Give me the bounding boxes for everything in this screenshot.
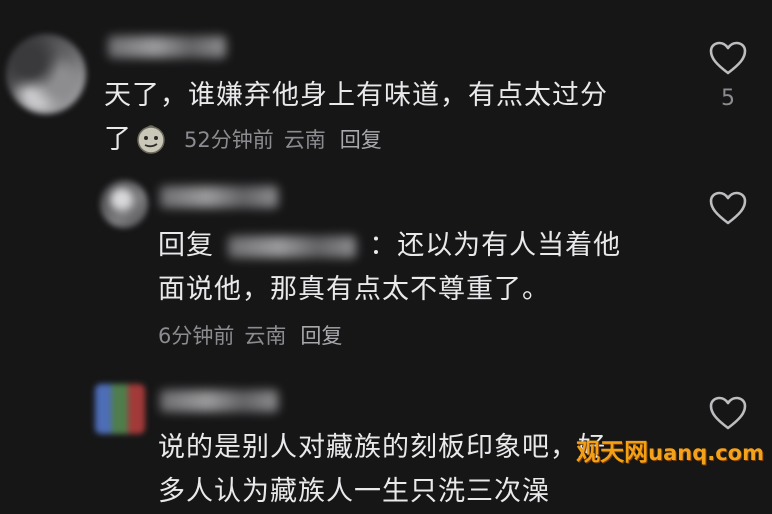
avatar[interactable] <box>6 34 86 114</box>
heart-icon[interactable] <box>708 190 748 226</box>
comment-line: 说的是别人对藏族的刻板印象吧，好 <box>158 432 606 463</box>
avatar[interactable] <box>95 384 145 434</box>
reply-prefix: 回复 <box>158 230 214 261</box>
comment-line: 天了，谁嫌弃他身上有味道，有点太过分 <box>104 80 608 111</box>
comment-line-tail: 了 <box>104 124 132 155</box>
comment-time: 52分钟前 <box>184 128 274 152</box>
mentioned-user-blurred[interactable] <box>227 235 356 258</box>
reply-button[interactable]: 回复 <box>340 124 382 154</box>
smirk-emoji-icon <box>137 125 165 154</box>
like-count: 5 <box>721 86 735 111</box>
reply-separator: ： <box>369 230 398 261</box>
comment-location: 云南 <box>283 128 326 152</box>
comment-time: 6分钟前 <box>158 324 235 348</box>
comment-meta: 52分钟前 云南 回复 <box>184 124 382 154</box>
avatar[interactable] <box>100 180 148 228</box>
comment-location: 云南 <box>244 324 287 348</box>
reply-button[interactable]: 回复 <box>300 320 342 350</box>
username-blurred[interactable] <box>108 36 226 58</box>
comment-text: 说的是别人对藏族的刻板印象吧，好 多人认为藏族人一生只洗三次澡 <box>158 426 606 514</box>
watermark-en: uanq.com <box>648 441 764 465</box>
username-blurred[interactable] <box>160 390 278 412</box>
comment-line-body: 还以为有人当着他 <box>397 230 622 261</box>
heart-icon[interactable] <box>708 395 748 431</box>
site-watermark: 观天网uanq.com <box>576 432 764 467</box>
comment-line: 回复 ：还以为有人当着他 <box>158 224 621 268</box>
heart-icon[interactable] <box>708 40 748 76</box>
comment-text: 回复 ：还以为有人当着他 面说他，那真有点太不尊重了。 <box>158 224 621 312</box>
comment-line: 面说他，那真有点太不尊重了。 <box>158 274 550 305</box>
comment-line: 多人认为藏族人一生只洗三次澡 <box>158 476 550 507</box>
username-blurred[interactable] <box>160 186 278 208</box>
comment-meta: 6分钟前 云南 回复 <box>158 320 342 350</box>
watermark-cn: 观天网 <box>576 438 649 466</box>
